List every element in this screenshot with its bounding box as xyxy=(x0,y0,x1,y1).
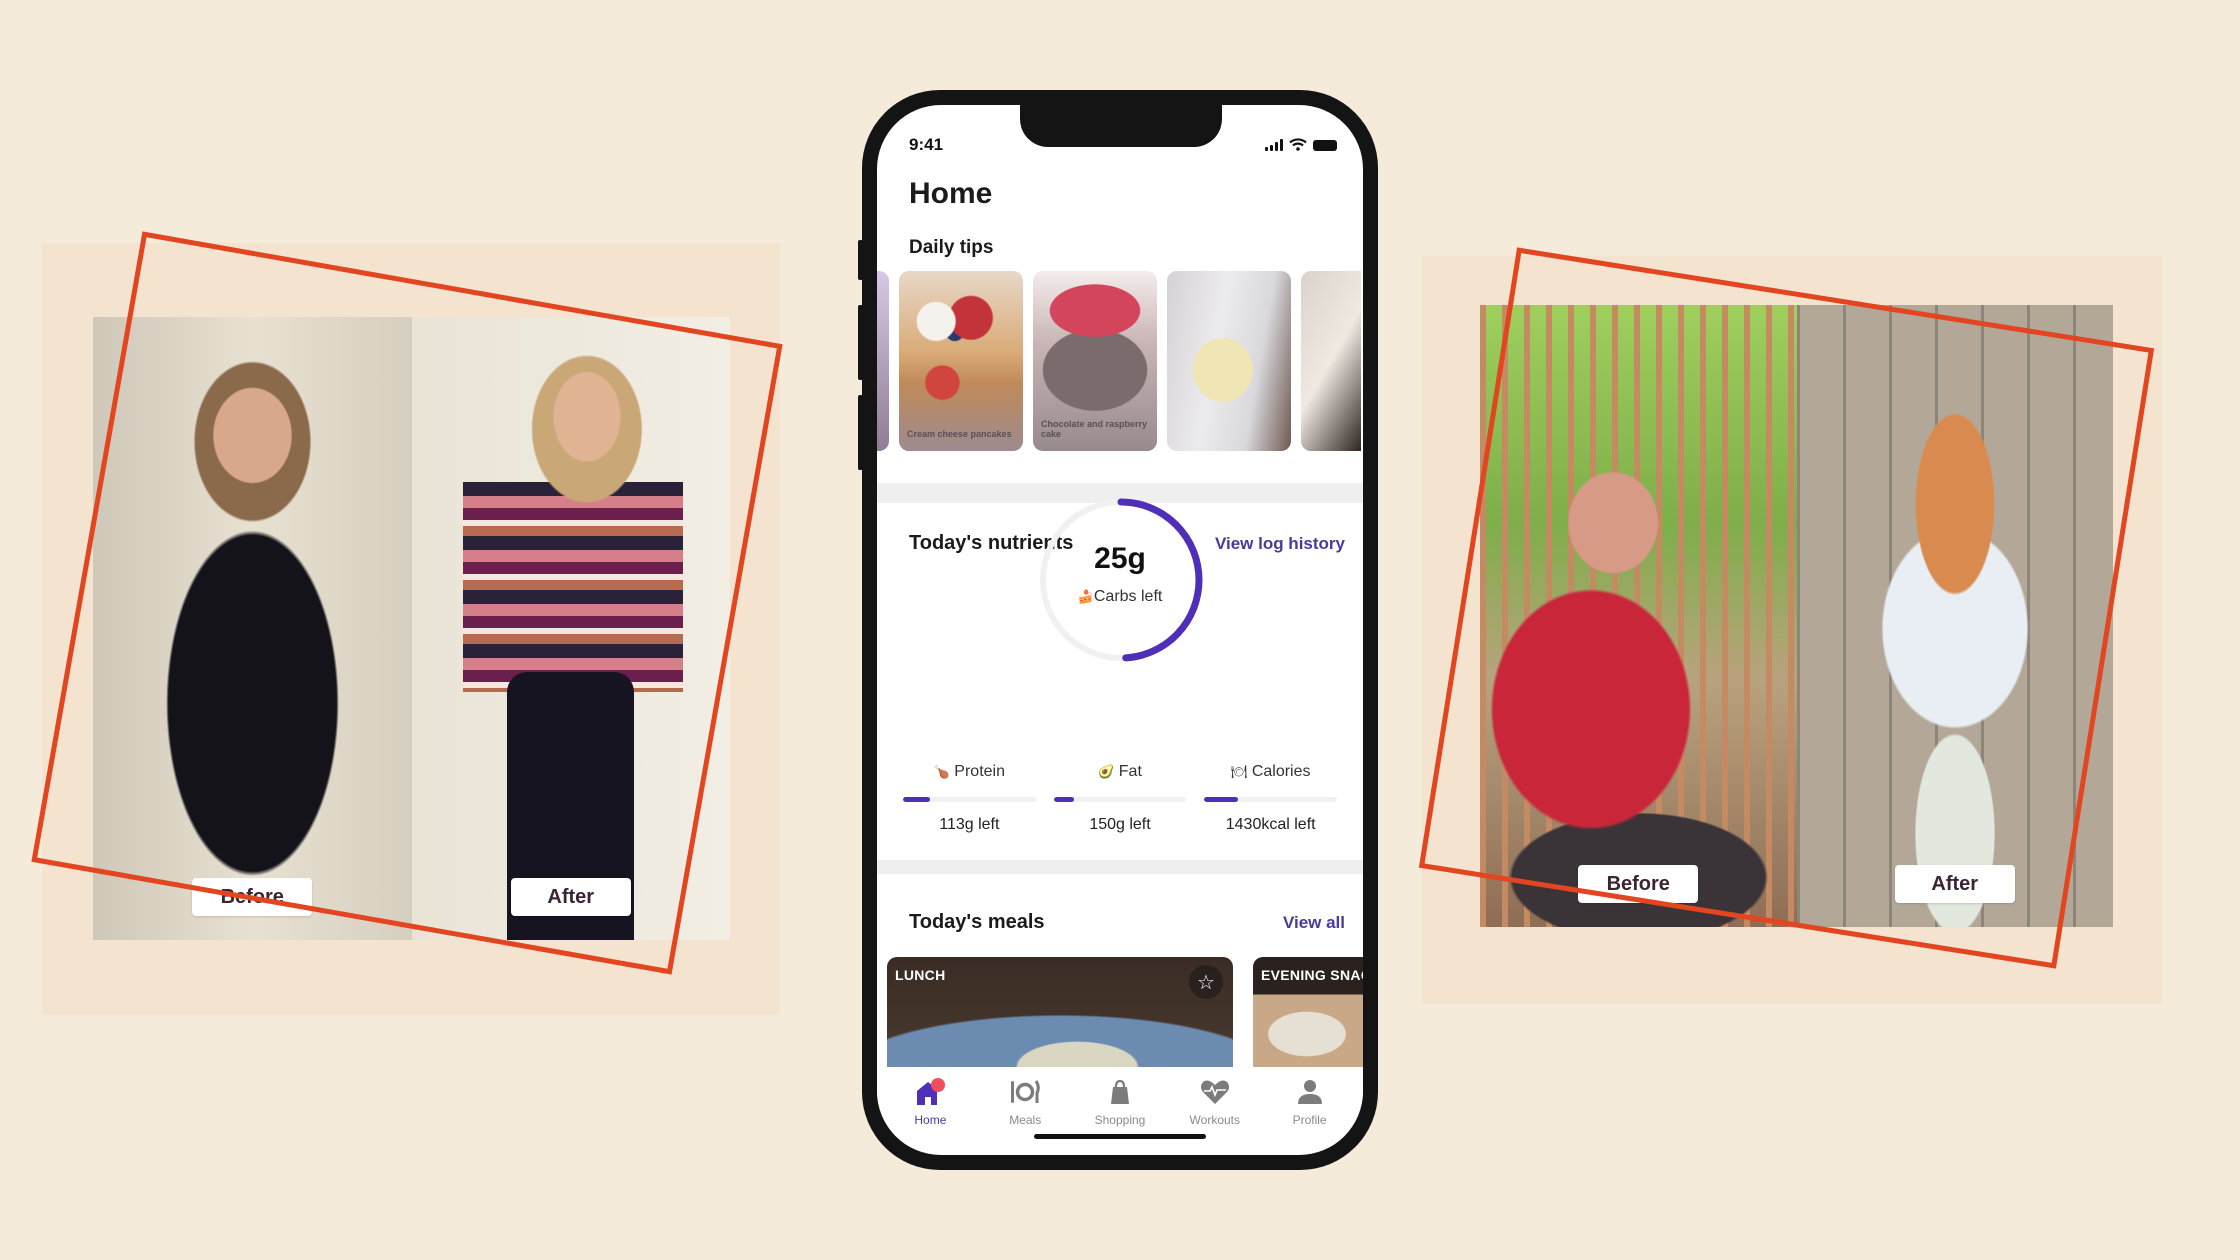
phone-screen: 9:41 Home Daily tips Cream cheese pancak… xyxy=(877,105,1363,1155)
notch xyxy=(1020,105,1222,147)
macro-name-label: Protein xyxy=(954,763,1005,780)
macro-progress-fill xyxy=(1204,797,1238,802)
drumstick-icon: 🍗 xyxy=(933,764,950,779)
view-all-meals-link[interactable]: View all xyxy=(1283,913,1345,933)
carbs-value: 25g xyxy=(1094,542,1146,575)
mute-switch xyxy=(858,240,863,280)
meals-carousel[interactable]: LUNCH ☆ EVENING SNAC xyxy=(887,957,1363,1067)
before-photo: Before xyxy=(93,317,412,940)
phone-mockup: 9:41 Home Daily tips Cream cheese pancak… xyxy=(858,90,1378,1170)
macro-remaining: 150g left xyxy=(1089,816,1151,833)
before-after-photos: Before After xyxy=(1480,305,2113,927)
status-icons xyxy=(1265,138,1337,151)
page-title: Home xyxy=(909,177,993,210)
volume-up-button xyxy=(858,305,863,380)
macro-progress-fill xyxy=(1053,797,1074,802)
home-indicator[interactable] xyxy=(1034,1134,1206,1139)
tip-card[interactable] xyxy=(877,271,889,451)
before-after-panel-right: Before After xyxy=(1418,247,2162,1004)
before-label: Before xyxy=(192,878,313,916)
tab-label: Workouts xyxy=(1189,1113,1241,1127)
macro-progress-bar xyxy=(1204,797,1338,802)
after-photo: After xyxy=(1796,305,2113,927)
heart-pulse-icon xyxy=(1200,1080,1229,1104)
tip-card[interactable] xyxy=(1167,271,1291,451)
tab-home[interactable]: Home xyxy=(883,1067,978,1147)
wifi-icon xyxy=(1289,138,1307,151)
daily-tips-title: Daily tips xyxy=(909,237,994,258)
tip-card-title: Cream cheese pancakes xyxy=(907,429,1012,439)
tip-card[interactable] xyxy=(1301,271,1361,451)
signal-icon xyxy=(1265,139,1283,151)
macro-remaining: 113g left xyxy=(939,816,1000,833)
plate-icon: 🍽 xyxy=(1230,764,1248,779)
carbs-label: 🍰Carbs left xyxy=(877,588,1363,606)
tab-profile[interactable]: Profile xyxy=(1262,1067,1357,1147)
meals-title: Today's meals xyxy=(909,911,1045,933)
meal-card-lunch[interactable]: LUNCH ☆ xyxy=(887,957,1233,1067)
macro-name-label: Calories xyxy=(1251,763,1311,780)
meal-tag: LUNCH xyxy=(895,967,946,983)
carbs-label-text: Carbs left xyxy=(1093,588,1163,605)
before-photo: Before xyxy=(1480,305,1797,927)
volume-down-button xyxy=(858,395,863,470)
after-label: After xyxy=(510,878,631,916)
tip-card[interactable]: Chocolate and raspberry cake xyxy=(1033,271,1157,451)
macro-fat: 🥑 Fat 150g left xyxy=(1053,763,1187,834)
macro-progress-bar xyxy=(1053,797,1187,802)
macro-calories: 🍽 Calories 1430kcal left xyxy=(1204,763,1338,834)
battery-icon xyxy=(1313,140,1337,151)
cutlery-icon xyxy=(1011,1080,1040,1103)
cake-icon: 🍰 xyxy=(1077,589,1094,604)
meal-tag: EVENING SNAC xyxy=(1261,967,1363,983)
tip-card-title: Chocolate and raspberry cake xyxy=(1041,419,1148,439)
macro-progress-bar xyxy=(903,797,1036,802)
tab-label: Profile xyxy=(1292,1113,1327,1127)
person-icon xyxy=(1297,1080,1322,1104)
before-label: Before xyxy=(1578,865,1699,903)
after-label: After xyxy=(1894,865,2015,903)
tab-label: Shopping xyxy=(1094,1113,1146,1127)
before-after-panel-left: Before After xyxy=(31,231,783,1015)
tip-card[interactable]: Cream cheese pancakes xyxy=(899,271,1023,451)
home-icon xyxy=(917,1078,946,1105)
macro-remaining: 1430kcal left xyxy=(1225,816,1316,833)
favorite-star-button[interactable]: ☆ xyxy=(1189,965,1223,999)
avocado-icon: 🥑 xyxy=(1098,764,1115,779)
status-time: 9:41 xyxy=(909,135,944,154)
meal-card-evening-snack[interactable]: EVENING SNAC xyxy=(1253,957,1363,1067)
shopping-bag-icon xyxy=(1110,1079,1129,1104)
before-after-photos: Before After xyxy=(93,317,730,940)
star-icon: ☆ xyxy=(1197,971,1215,994)
carbs-progress-ring xyxy=(1039,498,1203,662)
section-divider xyxy=(877,860,1363,874)
macro-progress-fill xyxy=(903,797,930,802)
after-photo: After xyxy=(411,317,730,940)
tab-label: Home xyxy=(914,1113,947,1127)
daily-tips-carousel[interactable]: Cream cheese pancakes Chocolate and rasp… xyxy=(877,271,1363,455)
macro-name-label: Fat xyxy=(1118,763,1142,780)
macro-row: 🍗 Protein 113g left 🥑 Fat 150g left 🍽 Ca… xyxy=(903,763,1338,834)
tab-label: Meals xyxy=(1009,1113,1042,1127)
macro-protein: 🍗 Protein 113g left xyxy=(903,763,1036,834)
